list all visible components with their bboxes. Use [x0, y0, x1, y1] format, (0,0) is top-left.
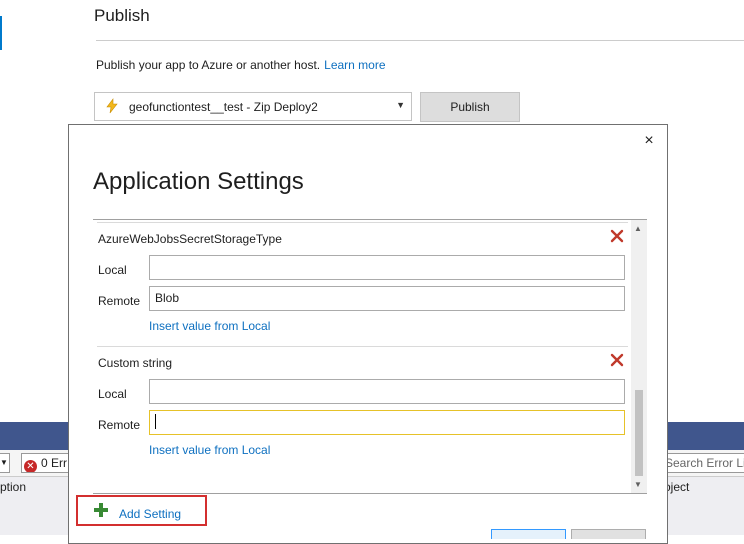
settings-list: Insert value from Local AzureWebJobsSecr…	[93, 220, 631, 470]
column-header-description[interactable]: ption	[0, 480, 26, 494]
local-label: Local	[98, 387, 127, 401]
setting-name: AzureWebJobsSecretStorageType	[98, 232, 282, 246]
azure-function-icon	[106, 98, 118, 114]
add-setting-label: Add Setting	[119, 507, 182, 521]
scrollbar-thumb[interactable]	[635, 390, 643, 476]
local-value-input[interactable]	[149, 255, 625, 280]
insert-value-link[interactable]: Insert value from Local	[149, 319, 270, 333]
publish-profile-select[interactable]: geofunctiontest__test - Zip Deploy2 ▼	[94, 92, 412, 121]
insert-value-link[interactable]: Insert value from Local	[149, 443, 270, 457]
error-icon: ✕	[24, 460, 37, 472]
dialog-title: Application Settings	[93, 168, 304, 195]
remote-value-input[interactable]: Blob	[149, 286, 625, 311]
publish-description-text: Publish your app to Azure or another hos…	[96, 58, 321, 72]
close-icon[interactable]: ×	[640, 131, 658, 151]
text-caret	[155, 414, 156, 429]
setting-item: AzureWebJobsSecretStorageType Local Remo…	[93, 222, 631, 346]
errors-count: 0 Err	[41, 456, 68, 470]
settings-scroll-area: Insert value from Local AzureWebJobsSecr…	[93, 219, 647, 494]
delete-icon[interactable]	[609, 352, 625, 368]
error-list-search-placeholder: Search Error List	[665, 456, 744, 470]
error-list-search[interactable]: Search Error List	[664, 453, 744, 473]
remote-label: Remote	[98, 294, 141, 308]
remote-value-text: Blob	[155, 291, 180, 305]
add-setting-button[interactable]: Add Setting	[76, 495, 207, 526]
publish-button[interactable]: Publish	[420, 92, 520, 122]
errors-filter-button[interactable]: ✕ 0 Err	[21, 453, 71, 473]
left-accent-bar	[0, 16, 2, 50]
local-value-input[interactable]	[149, 379, 625, 404]
remote-value-input[interactable]	[149, 410, 625, 435]
chevron-down-icon: ▼	[396, 100, 405, 110]
setting-separator	[97, 346, 628, 347]
plus-icon	[94, 503, 108, 517]
remote-label: Remote	[98, 418, 141, 432]
learn-more-link[interactable]: Learn more	[324, 58, 385, 72]
publish-title: Publish	[94, 6, 150, 25]
scroll-up-icon[interactable]: ▲	[634, 224, 642, 233]
delete-icon[interactable]	[609, 228, 625, 244]
setting-item: Custom string Local Remote Insert value …	[93, 346, 631, 470]
setting-name: Custom string	[98, 356, 173, 370]
local-label: Local	[98, 263, 127, 277]
setting-separator	[97, 222, 628, 223]
publish-divider	[96, 40, 744, 41]
scroll-down-icon[interactable]: ▼	[634, 480, 642, 489]
publish-profile-value: geofunctiontest__test - Zip Deploy2	[129, 100, 318, 114]
cancel-button[interactable]	[571, 529, 646, 539]
ok-button[interactable]	[491, 529, 566, 539]
publish-description: Publish your app to Azure or another hos…	[96, 58, 386, 72]
error-scope-dropdown[interactable]: ▼	[0, 453, 10, 473]
vertical-scrollbar[interactable]: ▲ ▼	[631, 220, 647, 493]
